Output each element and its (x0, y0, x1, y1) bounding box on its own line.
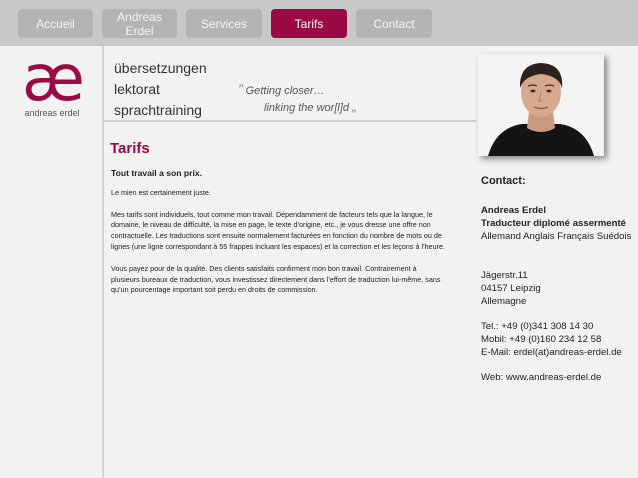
logo-name: andreas erdel (24, 108, 80, 118)
contact-mobile: Mobil: +49 (0)160 234 12 58 (481, 334, 602, 345)
nav-contact[interactable]: Contact (356, 9, 432, 38)
service-item-uebersetzungen: übersetzungen (114, 60, 207, 76)
contact-country: Allemagne (481, 296, 527, 307)
service-item-sprachtraining: sprachtraining (114, 102, 202, 118)
contact-web-link[interactable]: Web: www.andreas-erdel.de (481, 371, 637, 384)
contact-city: 04157 Leipzig (481, 283, 541, 294)
service-item-lektorat: lektorat (114, 81, 160, 97)
nav-tarifs-label: Tarifs (294, 16, 324, 31)
contact-email-link[interactable]: E-Mail: erdel(at)andreas-erdel.de (481, 346, 637, 359)
tagline-line2: linking the wor[l]d (264, 102, 349, 114)
top-navigation-bar: Accueil Andreas Erdel Services Tarifs Co… (0, 0, 638, 46)
vertical-divider (102, 46, 104, 478)
lead-text: Tout travail a son prix. (111, 168, 203, 178)
contact-role: Traducteur diplomé assermenté (481, 218, 627, 229)
tagline-close-quote: „ (352, 98, 357, 114)
nav-accueil-label: Accueil (36, 16, 75, 31)
paragraph-1: Le mien est certainement juste. (111, 187, 211, 197)
ae-logo-icon: æ (22, 42, 85, 116)
nav-services[interactable]: Services (186, 9, 262, 38)
tagline-open-quote: ” (238, 81, 243, 97)
nav-accueil[interactable]: Accueil (18, 9, 93, 38)
nav-services-label: Services (200, 16, 247, 31)
paragraph-2: Mes tarifs sont individuels, tout comme … (111, 209, 446, 251)
portrait-photo (478, 54, 604, 156)
tagline-line1: Getting closer… (245, 85, 325, 97)
nav-contact-label: Contact (373, 16, 415, 31)
nav-tarifs[interactable]: Tarifs (271, 9, 347, 38)
logo-mark[interactable]: æ (22, 42, 88, 116)
nav-andreas-erdel[interactable]: Andreas Erdel (102, 9, 177, 38)
services-list: übersetzungen lektorat sprachtraining (114, 58, 207, 121)
nav-andreas-erdel-label: Andreas Erdel (117, 9, 162, 38)
main-content: Tout travail a son prix. Le mien est cer… (111, 168, 447, 307)
contact-phone: Tel.: +49 (0)341 308 14 30 (481, 321, 594, 332)
tagline: ” Getting closer… linking the wor[l]d „ (238, 82, 357, 116)
paragraph-3: Vous payez pour de la qualité. Des clien… (111, 263, 441, 295)
contact-heading: Contact: (481, 175, 526, 187)
contact-street: Jägerstr.11 (481, 270, 528, 281)
contact-name: Andreas Erdel (481, 205, 547, 216)
contact-block: Contact: Andreas Erdel Traducteur diplom… (481, 175, 637, 384)
portrait-image (478, 54, 604, 156)
page-title: Tarifs (110, 140, 150, 157)
logo-glyph: æ (22, 54, 85, 110)
contact-languages: Allemand Anglais Français Suédois (481, 231, 632, 242)
